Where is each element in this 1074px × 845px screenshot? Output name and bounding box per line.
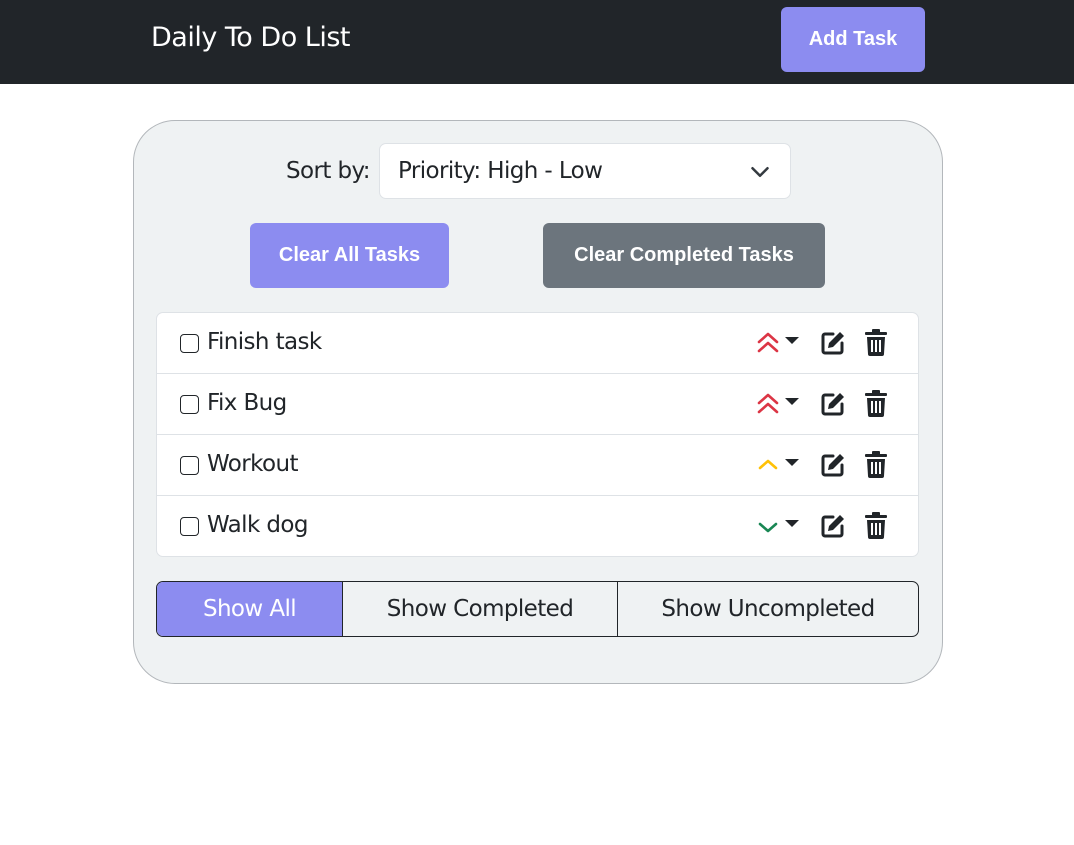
chevron-down-icon [758, 522, 778, 533]
filter-show-completed-button[interactable]: Show Completed [343, 582, 618, 636]
task-checkbox[interactable] [180, 517, 199, 536]
chevron-up-icon [758, 459, 778, 470]
edit-icon[interactable] [820, 513, 846, 539]
clear-completed-tasks-button[interactable]: Clear Completed Tasks [543, 223, 825, 288]
sort-select[interactable]: Priority: High - Low [379, 143, 791, 199]
task-name: Walk dog [207, 512, 308, 538]
priority-dropdown[interactable] [757, 390, 805, 418]
clear-all-tasks-button[interactable]: Clear All Tasks [250, 223, 449, 288]
priority-dropdown[interactable] [757, 329, 805, 357]
task-checkbox[interactable] [180, 395, 199, 414]
trash-icon[interactable] [865, 512, 887, 539]
task-row: Fix Bug [157, 374, 918, 435]
chevron-down-icon [751, 167, 769, 177]
caret-down-icon [785, 398, 799, 405]
navbar: Daily To Do List Add Task [0, 0, 1074, 84]
filter-show-uncompleted-button[interactable]: Show Uncompleted [618, 582, 918, 636]
edit-icon[interactable] [820, 452, 846, 478]
trash-icon[interactable] [865, 390, 887, 417]
trash-icon[interactable] [865, 329, 887, 356]
priority-dropdown[interactable] [757, 451, 805, 479]
task-checkbox[interactable] [180, 334, 199, 353]
filter-show-all-button[interactable]: Show All [157, 582, 343, 636]
caret-down-icon [785, 459, 799, 466]
priority-dropdown[interactable] [757, 512, 805, 540]
task-row: Walk dog [157, 496, 918, 556]
task-name: Fix Bug [207, 390, 287, 416]
filter-button-group: Show All Show Completed Show Uncompleted [156, 581, 919, 637]
task-checkbox[interactable] [180, 456, 199, 475]
caret-down-icon [785, 337, 799, 344]
task-list: Finish task Fix Bug Workout Walk dog [156, 312, 919, 557]
sort-selected-value: Priority: High - Low [398, 158, 603, 184]
trash-icon[interactable] [865, 451, 887, 478]
task-name: Workout [207, 451, 298, 477]
caret-down-icon [785, 520, 799, 527]
app-title: Daily To Do List [151, 22, 351, 53]
task-name: Finish task [207, 329, 322, 355]
edit-icon[interactable] [820, 330, 846, 356]
todo-card: Sort by: Priority: High - Low Clear All … [133, 120, 943, 684]
task-row: Workout [157, 435, 918, 496]
double-chevron-up-icon [757, 393, 779, 414]
double-chevron-up-icon [757, 332, 779, 353]
sort-label: Sort by: [286, 158, 371, 184]
edit-icon[interactable] [820, 391, 846, 417]
add-task-button[interactable]: Add Task [781, 7, 925, 72]
task-row: Finish task [157, 313, 918, 374]
